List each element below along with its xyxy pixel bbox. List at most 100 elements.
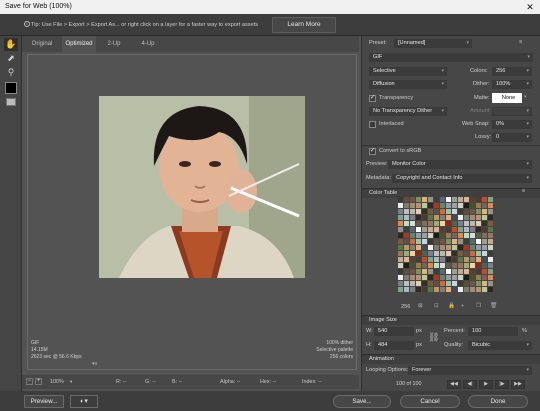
color-swatch[interactable]: [488, 245, 493, 250]
color-swatch[interactable]: [398, 275, 403, 280]
interlaced-checkbox[interactable]: [369, 121, 376, 128]
color-swatch[interactable]: [476, 275, 481, 280]
color-swatch[interactable]: [458, 269, 463, 274]
matte-swatch[interactable]: None: [492, 93, 522, 103]
color-swatch[interactable]: [470, 209, 475, 214]
metadata-select[interactable]: Copyright and Contact Info ▾: [392, 174, 532, 183]
color-swatch[interactable]: [452, 221, 457, 226]
color-swatch[interactable]: [410, 239, 415, 244]
color-swatch[interactable]: [470, 251, 475, 256]
color-swatch[interactable]: [422, 221, 427, 226]
color-swatch[interactable]: [464, 221, 469, 226]
color-swatch[interactable]: [464, 209, 469, 214]
color-swatch[interactable]: [488, 233, 493, 238]
color-swatch[interactable]: [464, 215, 469, 220]
color-swatch[interactable]: [470, 221, 475, 226]
color-swatch[interactable]: [404, 287, 409, 292]
color-swatch[interactable]: [440, 221, 445, 226]
eyedropper-color-swatch[interactable]: [5, 82, 17, 94]
color-swatch[interactable]: [476, 203, 481, 208]
color-swatch[interactable]: [464, 275, 469, 280]
format-select[interactable]: GIF ▾: [369, 53, 533, 62]
link-chain-icon[interactable]: ⛓: [428, 332, 439, 343]
color-swatch[interactable]: [398, 257, 403, 262]
color-swatch[interactable]: [416, 209, 421, 214]
delete-color-icon[interactable]: 🗑: [490, 303, 497, 309]
color-swatch[interactable]: [446, 239, 451, 244]
colors-select[interactable]: 256 ▾: [492, 67, 532, 76]
color-swatch[interactable]: [440, 233, 445, 238]
color-swatch[interactable]: [422, 215, 427, 220]
color-swatch[interactable]: [410, 227, 415, 232]
color-swatch[interactable]: [452, 275, 457, 280]
map-transparent-icon[interactable]: ⊠: [418, 303, 423, 309]
color-swatch[interactable]: [458, 215, 463, 220]
transparency-checkbox[interactable]: ✓: [369, 95, 376, 102]
color-swatch[interactable]: [410, 209, 415, 214]
color-swatch[interactable]: [458, 281, 463, 286]
color-swatch[interactable]: [458, 209, 463, 214]
color-swatch[interactable]: [410, 215, 415, 220]
color-swatch[interactable]: [470, 257, 475, 262]
color-swatch[interactable]: [398, 197, 403, 202]
color-swatch[interactable]: [488, 197, 493, 202]
color-swatch[interactable]: [458, 197, 463, 202]
color-swatch[interactable]: [428, 257, 433, 262]
color-swatch[interactable]: [398, 245, 403, 250]
color-swatch[interactable]: [458, 257, 463, 262]
color-swatch[interactable]: [428, 197, 433, 202]
color-swatch[interactable]: [488, 281, 493, 286]
color-swatch[interactable]: [410, 275, 415, 280]
color-swatch[interactable]: [434, 251, 439, 256]
color-table-menu-icon[interactable]: ≡: [522, 188, 525, 194]
color-swatch[interactable]: [416, 221, 421, 226]
color-swatch[interactable]: [464, 257, 469, 262]
color-swatch[interactable]: [398, 227, 403, 232]
color-swatch[interactable]: [476, 269, 481, 274]
color-swatch[interactable]: [434, 209, 439, 214]
preset-select[interactable]: [Unnamed] ▾: [394, 39, 472, 48]
color-swatch[interactable]: [422, 269, 427, 274]
color-swatch[interactable]: [416, 215, 421, 220]
color-swatch[interactable]: [404, 197, 409, 202]
color-swatch[interactable]: [434, 281, 439, 286]
color-swatch[interactable]: [434, 227, 439, 232]
color-swatch[interactable]: [422, 227, 427, 232]
color-swatch[interactable]: [470, 263, 475, 268]
color-swatch[interactable]: [488, 209, 493, 214]
color-swatch[interactable]: [416, 257, 421, 262]
color-swatch[interactable]: [416, 281, 421, 286]
color-swatch[interactable]: [452, 233, 457, 238]
color-swatch[interactable]: [488, 269, 493, 274]
color-swatch[interactable]: [470, 245, 475, 250]
color-swatch[interactable]: [404, 281, 409, 286]
color-swatch[interactable]: [452, 251, 457, 256]
color-swatch[interactable]: [488, 227, 493, 232]
color-swatch[interactable]: [470, 269, 475, 274]
color-swatch[interactable]: [470, 215, 475, 220]
save-button[interactable]: Save...: [333, 395, 391, 408]
color-swatch[interactable]: [452, 197, 457, 202]
color-swatch[interactable]: [410, 245, 415, 250]
color-swatch[interactable]: [422, 197, 427, 202]
color-swatch[interactable]: [452, 263, 457, 268]
tab-2up[interactable]: 2-Up: [98, 36, 130, 52]
color-swatch[interactable]: [476, 257, 481, 262]
color-swatch[interactable]: [422, 233, 427, 238]
color-swatch[interactable]: [398, 215, 403, 220]
play-icon[interactable]: ▶: [479, 380, 493, 389]
color-swatch[interactable]: [446, 287, 451, 292]
color-swatch[interactable]: [416, 275, 421, 280]
color-swatch[interactable]: [410, 233, 415, 238]
color-swatch[interactable]: [440, 203, 445, 208]
color-swatch[interactable]: [404, 221, 409, 226]
dither-select[interactable]: 100% ▾: [492, 80, 532, 89]
color-swatch[interactable]: [446, 227, 451, 232]
color-swatch[interactable]: [404, 263, 409, 268]
cancel-button[interactable]: Cancel: [400, 395, 460, 408]
color-swatch[interactable]: [446, 209, 451, 214]
color-swatch[interactable]: [464, 203, 469, 208]
color-swatch[interactable]: [452, 269, 457, 274]
color-swatch[interactable]: [482, 269, 487, 274]
color-swatch[interactable]: [428, 269, 433, 274]
